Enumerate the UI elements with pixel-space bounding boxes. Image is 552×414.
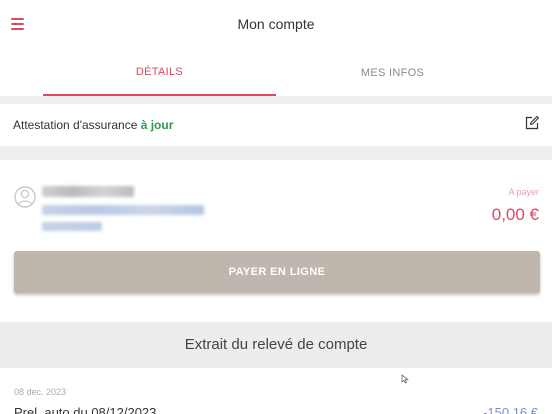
account-card — [0, 160, 552, 322]
user-avatar-icon — [14, 186, 36, 208]
separator — [0, 146, 552, 160]
tab-bar: DÉTAILS MES INFOS — [0, 50, 552, 96]
statement-entry-label[interactable]: Prel. auto du 08/12/2023 — [14, 405, 156, 414]
top-bar: Mon compte — [0, 0, 552, 50]
redacted-account-name — [42, 186, 134, 197]
statement-entry-date: 08 dec. 2023 — [14, 387, 67, 397]
page-title: Mon compte — [237, 16, 315, 32]
tab-details[interactable]: DÉTAILS — [43, 50, 276, 96]
insurance-status: à jour — [140, 118, 174, 132]
amount-due-label: A payer — [508, 187, 539, 197]
separator — [0, 96, 552, 104]
edit-icon[interactable] — [524, 115, 540, 131]
statement-entry-amount: -150,16 € — [483, 405, 538, 414]
pay-online-button[interactable]: PAYER EN LIGNE — [14, 251, 540, 293]
tab-my-info[interactable]: MES INFOS — [276, 50, 509, 96]
redacted-account-address-line2 — [42, 222, 102, 231]
insurance-label: Attestation d'assurance — [13, 118, 138, 132]
mouse-cursor-icon — [401, 374, 409, 384]
insurance-certificate-text: Attestation d'assurance à jour — [13, 118, 173, 132]
insurance-certificate-row[interactable]: Attestation d'assurance à jour — [0, 104, 552, 146]
statement-section-title: Extrait du relevé de compte — [0, 322, 552, 368]
amount-due-value: 0,00 € — [491, 205, 539, 224]
redacted-account-address — [42, 205, 204, 215]
